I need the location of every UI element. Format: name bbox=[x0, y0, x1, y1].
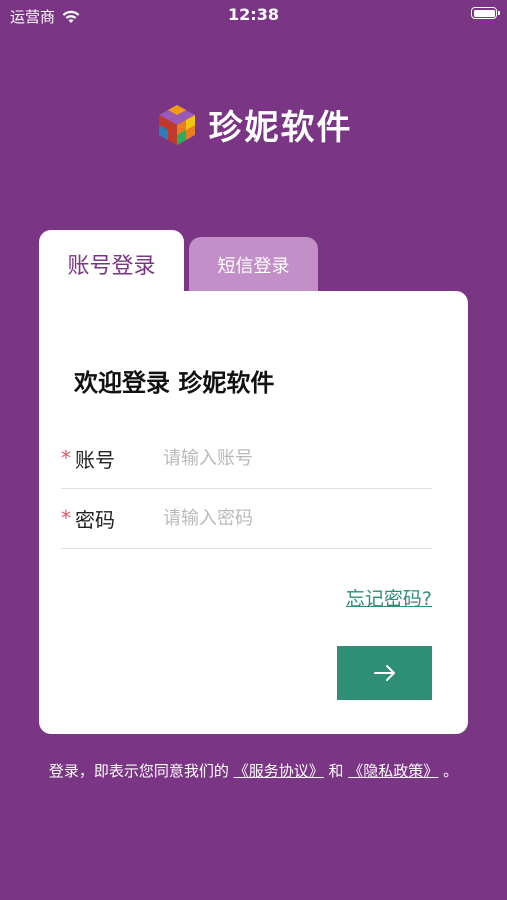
arrow-right-icon bbox=[373, 665, 395, 681]
privacy-policy-link[interactable]: 《隐私政策》 bbox=[348, 762, 438, 780]
tab-sms-login[interactable]: 短信登录 bbox=[189, 237, 318, 293]
welcome-heading: 欢迎登录 珍妮软件 bbox=[74, 369, 275, 397]
status-bar: 运营商 12:38 bbox=[0, 0, 507, 30]
battery-level-fill bbox=[473, 9, 495, 17]
password-input[interactable] bbox=[163, 507, 432, 529]
account-input[interactable] bbox=[163, 447, 432, 469]
password-field: * 密码 bbox=[61, 488, 432, 549]
account-label: 账号 bbox=[75, 447, 115, 472]
cube-logo-icon bbox=[158, 104, 195, 145]
required-mark: * bbox=[61, 506, 71, 530]
forgot-password-link[interactable]: 忘记密码? bbox=[346, 584, 432, 611]
status-time: 12:38 bbox=[228, 5, 279, 24]
login-submit-button[interactable] bbox=[337, 646, 432, 700]
password-label: 密码 bbox=[75, 507, 115, 532]
agreement-connector: 和 bbox=[328, 762, 344, 780]
agreement-prefix: 登录，即表示您同意我们的 bbox=[48, 762, 229, 780]
agreement-suffix: 。 bbox=[443, 762, 459, 780]
login-card: 欢迎登录 珍妮软件 * 账号 * 密码 忘记密码? bbox=[39, 291, 468, 734]
account-field: * 账号 bbox=[61, 428, 432, 489]
battery-icon bbox=[471, 7, 500, 19]
required-mark: * bbox=[61, 446, 71, 470]
agreement-notice: 登录，即表示您同意我们的 《服务协议》 和 《隐私政策》 。 bbox=[0, 760, 507, 781]
app-name-title: 珍妮软件 bbox=[208, 108, 353, 148]
service-agreement-link[interactable]: 《服务协议》 bbox=[234, 762, 324, 780]
brand-header: 珍妮软件 bbox=[0, 100, 507, 149]
